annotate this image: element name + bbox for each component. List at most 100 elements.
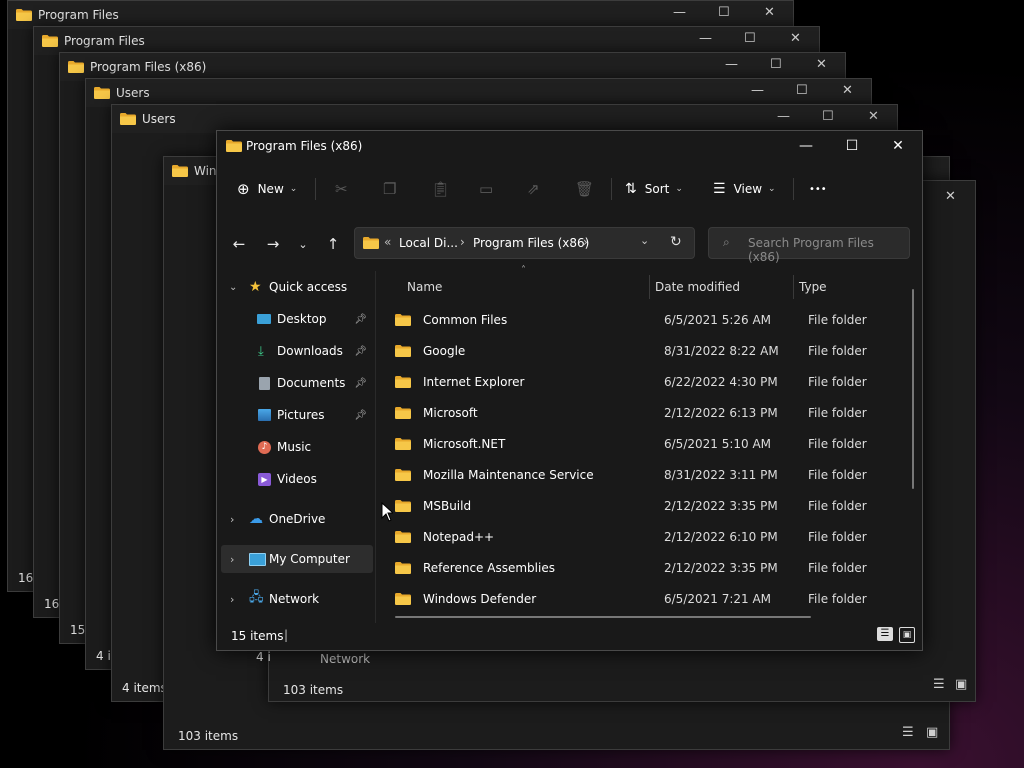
horizontal-scrollbar[interactable] <box>395 616 811 618</box>
details-view-icon[interactable]: ☰ <box>902 725 914 740</box>
minimize-icon[interactable]: — <box>777 109 790 124</box>
title-bar[interactable]: Program Files (x86) — ☐ ✕ <box>217 131 922 161</box>
close-icon[interactable]: ✕ <box>868 109 879 124</box>
overflow-icon[interactable]: « <box>384 235 391 249</box>
nav-videos[interactable]: ▶ Videos <box>221 465 373 493</box>
share-icon[interactable]: ⇗ <box>527 175 540 203</box>
rename-icon[interactable]: ▭ <box>479 175 493 203</box>
copy-icon[interactable]: ❐ <box>383 175 396 203</box>
details-view-icon[interactable]: ☰ <box>877 627 893 641</box>
chevron-down-icon: ⌄ <box>768 184 776 194</box>
new-button[interactable]: ⊕ New ⌄ <box>237 175 297 203</box>
download-icon: ⤓ <box>258 343 264 359</box>
folder-icon <box>395 407 411 419</box>
table-row[interactable]: MSBuild 2/12/2022 3:35 PM File folder <box>389 491 899 522</box>
column-date-modified[interactable]: Date modified <box>655 271 740 303</box>
videos-icon: ▶ <box>258 472 271 486</box>
table-row[interactable]: Internet Explorer 6/22/2022 4:30 PM File f… <box>389 367 899 398</box>
nav-pictures[interactable]: Pictures 📌︎ <box>221 401 373 429</box>
folder-icon <box>94 87 110 99</box>
file-name: Reference Assemblies <box>423 561 555 575</box>
close-button[interactable]: ✕ <box>875 131 921 161</box>
breadcrumb-program-files-x86[interactable]: Program Files (x86) <box>473 236 589 250</box>
table-row[interactable]: Microsoft 2/12/2022 6:13 PM File folder <box>389 398 899 429</box>
nav-network[interactable]: › 🖧︎ Network <box>221 585 373 613</box>
close-icon[interactable]: ✕ <box>945 189 956 204</box>
column-name[interactable]: Name <box>407 271 442 303</box>
address-bar[interactable]: « Local Di... › Program Files (x86) › ⌄ … <box>354 227 695 259</box>
refresh-icon[interactable]: ↻ <box>670 234 682 250</box>
column-type[interactable]: Type <box>799 271 827 303</box>
view-button[interactable]: ☰ View ⌄ <box>713 175 776 203</box>
navigation-pane: ⌄ ★ Quick access Desktop 📌︎ ⤓ Downloads … <box>217 271 375 623</box>
chevron-down-icon[interactable]: ⌄ <box>640 234 649 247</box>
nav-documents[interactable]: Documents 📌︎ <box>221 369 373 397</box>
search-box[interactable]: ⌕ Search Program Files (x86) <box>708 227 910 264</box>
tiles-view-icon[interactable]: ▣ <box>955 677 967 692</box>
back-button[interactable]: ← <box>225 231 253 257</box>
minimize-icon[interactable]: — <box>699 31 712 46</box>
item-count: 4 items <box>122 681 167 695</box>
sort-button[interactable]: ⇅ Sort ⌄ <box>625 175 683 203</box>
table-row[interactable]: Mozilla Maintenance Service 8/31/2022 3:1… <box>389 460 899 491</box>
tiles-view-icon[interactable]: ▣ <box>899 627 915 643</box>
chevron-down-icon[interactable]: ⌄ <box>229 282 237 293</box>
delete-icon[interactable]: 🗑︎ <box>575 175 594 203</box>
file-explorer-window[interactable]: Program Files (x86) — ☐ ✕ ⊕ New ⌄ ✂ ❐ 📋︎… <box>216 130 923 651</box>
table-row[interactable]: Notepad++ 2/12/2022 6:10 PM File folder <box>389 522 899 553</box>
maximize-icon[interactable]: ☐ <box>718 5 730 20</box>
forward-button[interactable]: → <box>259 231 287 257</box>
view-label: View <box>733 182 763 196</box>
nav-label: Quick access <box>269 280 348 294</box>
up-button[interactable]: ↑ <box>319 231 347 257</box>
maximize-icon[interactable]: ☐ <box>822 109 834 124</box>
item-count: 16 <box>18 571 34 585</box>
folder-icon <box>363 237 379 249</box>
table-row[interactable]: Reference Assemblies 2/12/2022 3:35 PM Fil… <box>389 553 899 584</box>
table-row[interactable]: Microsoft.NET 6/5/2021 5:10 AM File folder <box>389 429 899 460</box>
maximize-icon[interactable]: ☐ <box>796 83 808 98</box>
folder-icon <box>395 531 411 543</box>
breadcrumb-local-disk[interactable]: Local Di... <box>399 236 458 250</box>
table-row[interactable]: Windows Defender 6/5/2021 7:21 AM File fol… <box>389 584 899 615</box>
nav-label: Desktop <box>277 312 327 326</box>
close-icon[interactable]: ✕ <box>842 83 853 98</box>
recent-locations-button[interactable]: ⌄ <box>289 231 317 257</box>
search-input[interactable]: Search Program Files (x86) <box>748 236 909 264</box>
more-options-button[interactable]: ••• <box>809 175 827 203</box>
minimize-button[interactable]: — <box>783 131 829 161</box>
chevron-right-icon[interactable]: › <box>230 513 234 526</box>
close-icon[interactable]: ✕ <box>790 31 801 46</box>
network-label: Network <box>320 652 371 666</box>
minimize-icon[interactable]: — <box>751 83 764 98</box>
breadcrumb-separator[interactable]: › <box>460 235 465 249</box>
cut-icon[interactable]: ✂ <box>335 175 348 203</box>
pictures-icon <box>258 409 271 421</box>
table-row[interactable]: Common Files 6/5/2021 5:26 AM File folder <box>389 305 899 336</box>
nav-downloads[interactable]: ⤓ Downloads 📌︎ <box>221 337 373 365</box>
maximize-icon[interactable]: ☐ <box>744 31 756 46</box>
details-view-icon[interactable]: ☰ <box>933 677 945 692</box>
file-date: 2/12/2022 6:10 PM <box>664 530 778 544</box>
nav-onedrive[interactable]: › ☁ OneDrive <box>221 505 373 533</box>
close-icon[interactable]: ✕ <box>764 5 775 20</box>
chevron-right-icon[interactable]: › <box>230 593 234 606</box>
bg-window-title: Program Files <box>38 8 119 22</box>
table-row[interactable]: Google 8/31/2022 8:22 AM File folder <box>389 336 899 367</box>
breadcrumb-separator[interactable]: › <box>583 235 588 249</box>
maximize-icon[interactable]: ☐ <box>770 57 782 72</box>
close-icon[interactable]: ✕ <box>816 57 827 72</box>
chevron-right-icon[interactable]: › <box>230 553 234 566</box>
nav-music[interactable]: ♪ Music <box>221 433 373 461</box>
chevron-down-icon: ⌄ <box>289 184 298 194</box>
tiles-view-icon[interactable]: ▣ <box>926 725 938 740</box>
maximize-button[interactable]: ☐ <box>829 131 875 161</box>
folder-icon <box>395 562 411 574</box>
vertical-scrollbar[interactable] <box>912 289 914 489</box>
nav-my-computer[interactable]: › My Computer <box>221 545 373 573</box>
minimize-icon[interactable]: — <box>725 57 738 72</box>
nav-desktop[interactable]: Desktop 📌︎ <box>221 305 373 333</box>
nav-quick-access[interactable]: ⌄ ★ Quick access <box>221 273 373 301</box>
minimize-icon[interactable]: — <box>673 5 686 20</box>
paste-icon[interactable]: 📋︎ <box>431 175 450 203</box>
